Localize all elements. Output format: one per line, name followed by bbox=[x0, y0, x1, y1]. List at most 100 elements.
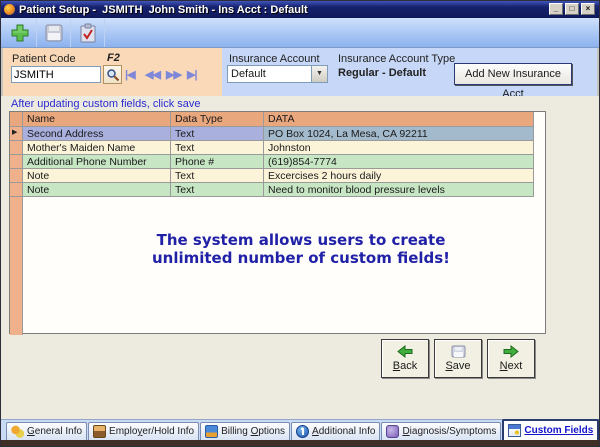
tab-label: General Info bbox=[27, 426, 82, 437]
cell-name[interactable]: Second Address bbox=[23, 127, 171, 141]
patient-code-label: Patient Code bbox=[12, 53, 76, 65]
insurance-panel: Insurance Account Default ▼ Insurance Ac… bbox=[222, 48, 597, 96]
row-selector[interactable] bbox=[10, 141, 23, 155]
save-hint-text: After updating custom fields, click save bbox=[11, 98, 201, 110]
row-selector[interactable] bbox=[10, 169, 23, 183]
custom-fields-icon bbox=[508, 424, 521, 437]
tab-custom-fields[interactable]: Custom Fields bbox=[502, 419, 599, 440]
back-button-label: Back bbox=[393, 360, 417, 372]
table-row[interactable]: Additional Phone Number Phone # (619)854… bbox=[10, 155, 545, 169]
column-header-name: Name bbox=[23, 112, 171, 127]
floppy-disk-icon bbox=[44, 23, 64, 43]
cell-data[interactable]: Excercises 2 hours daily bbox=[264, 169, 534, 183]
record-first-button[interactable]: |◀ bbox=[125, 68, 135, 81]
row-selector[interactable] bbox=[10, 183, 23, 197]
patient-code-input[interactable] bbox=[11, 66, 101, 83]
save-button[interactable]: Save bbox=[434, 339, 482, 378]
diagnosis-icon bbox=[386, 425, 399, 438]
cell-name[interactable]: Note bbox=[23, 169, 171, 183]
cell-type[interactable]: Text bbox=[171, 127, 264, 141]
add-insurance-account-button[interactable]: Add New Insurance Acct bbox=[454, 63, 572, 85]
tab-label: Billing Options bbox=[221, 426, 285, 437]
minimize-button[interactable]: _ bbox=[549, 3, 563, 15]
cell-type[interactable]: Text bbox=[171, 183, 264, 197]
tab-label: Employer/Hold Info bbox=[109, 426, 194, 437]
table-row[interactable]: Note Text Need to monitor blood pressure… bbox=[10, 183, 545, 197]
cell-data[interactable]: Need to monitor blood pressure levels bbox=[264, 183, 534, 197]
add-patient-button[interactable] bbox=[3, 19, 37, 47]
record-previous-button[interactable]: ◀◀ bbox=[145, 68, 160, 81]
row-marker-icon: ▶ bbox=[10, 127, 23, 141]
verify-toolbar-button[interactable] bbox=[71, 19, 105, 47]
billing-icon bbox=[205, 425, 218, 438]
next-button-label: Next bbox=[500, 360, 523, 372]
chevron-down-icon[interactable]: ▼ bbox=[311, 66, 327, 82]
tab-label: Diagnosis/Symptoms bbox=[402, 426, 496, 437]
cell-data[interactable]: Johnston bbox=[264, 141, 534, 155]
magnifier-icon bbox=[106, 68, 120, 82]
insurance-account-value: Default bbox=[228, 68, 311, 80]
info-message: The system allows users to create unlimi… bbox=[61, 231, 541, 267]
patient-code-panel: Patient Code F2 |◀ ◀◀ ▶▶ ▶| bbox=[3, 48, 222, 96]
save-toolbar-button[interactable] bbox=[37, 19, 71, 47]
insurance-account-label: Insurance Account bbox=[229, 53, 320, 65]
info-message-line1: The system allows users to create bbox=[61, 231, 541, 249]
cell-name[interactable]: Note bbox=[23, 183, 171, 197]
patient-search-button[interactable] bbox=[103, 65, 122, 84]
back-button[interactable]: Back bbox=[381, 339, 429, 378]
selector-column-strip bbox=[10, 197, 23, 335]
window-title: Patient Setup - JSMITH John Smith - Ins … bbox=[19, 4, 308, 16]
insurance-type-label: Insurance Account Type bbox=[338, 53, 455, 65]
bottom-tab-bar: General Info Employer/Hold Info Billing … bbox=[1, 419, 599, 440]
maximize-button[interactable]: □ bbox=[565, 3, 579, 15]
tab-general-info[interactable]: General Info bbox=[6, 422, 87, 440]
cell-data[interactable]: PO Box 1024, La Mesa, CA 92211 bbox=[264, 127, 534, 141]
people-icon bbox=[11, 425, 24, 438]
info-message-line2: unlimited number of custom fields! bbox=[61, 249, 541, 267]
tab-billing-options[interactable]: Billing Options bbox=[200, 422, 290, 440]
table-row[interactable]: Mother's Maiden Name Text Johnston bbox=[10, 141, 545, 155]
table-row[interactable]: ▶ Second Address Text PO Box 1024, La Me… bbox=[10, 127, 545, 141]
info-icon bbox=[296, 425, 309, 438]
title-bar: Patient Setup - JSMITH John Smith - Ins … bbox=[1, 1, 599, 18]
window-controls: _ □ × bbox=[549, 3, 595, 15]
tab-label: Additional Info bbox=[312, 426, 375, 437]
patient-setup-window: Patient Setup - JSMITH John Smith - Ins … bbox=[0, 0, 600, 447]
custom-fields-page: After updating custom fields, click save… bbox=[1, 96, 599, 419]
cell-data[interactable]: (619)854-7774 bbox=[264, 155, 534, 169]
row-selector[interactable] bbox=[10, 155, 23, 169]
cell-type[interactable]: Phone # bbox=[171, 155, 264, 169]
save-button-label: Save bbox=[445, 360, 470, 372]
tab-diagnosis-symptoms[interactable]: Diagnosis/Symptoms bbox=[381, 422, 501, 440]
row-selector-header bbox=[10, 112, 23, 127]
arrow-left-icon bbox=[397, 345, 413, 358]
table-row[interactable]: Note Text Excercises 2 hours daily bbox=[10, 169, 545, 183]
header-panels: Patient Code F2 |◀ ◀◀ ▶▶ ▶| Insurance Ac… bbox=[1, 48, 599, 96]
arrow-right-icon bbox=[503, 345, 519, 358]
worker-icon bbox=[93, 425, 106, 438]
record-next-button[interactable]: ▶▶ bbox=[166, 68, 181, 81]
floppy-disk-icon bbox=[451, 345, 466, 358]
tab-additional-info[interactable]: Additional Info bbox=[291, 422, 380, 440]
f2-shortcut-label: F2 bbox=[107, 52, 120, 64]
cell-name[interactable]: Mother's Maiden Name bbox=[23, 141, 171, 155]
window-bottom-edge bbox=[1, 440, 599, 446]
insurance-type-value: Regular - Default bbox=[338, 67, 426, 79]
custom-fields-grid: Name Data Type DATA ▶ Second Address Tex… bbox=[9, 111, 546, 334]
column-header-data: DATA bbox=[264, 112, 534, 127]
cell-type[interactable]: Text bbox=[171, 141, 264, 155]
toolbar bbox=[1, 18, 599, 48]
tab-employer-hold-info[interactable]: Employer/Hold Info bbox=[88, 422, 199, 440]
record-last-button[interactable]: ▶| bbox=[187, 68, 197, 81]
plus-icon bbox=[10, 23, 30, 43]
cell-name[interactable]: Additional Phone Number bbox=[23, 155, 171, 169]
tab-label: Custom Fields bbox=[524, 425, 593, 436]
app-icon bbox=[4, 4, 15, 15]
column-header-data-type: Data Type bbox=[171, 112, 264, 127]
clipboard-check-icon bbox=[79, 23, 97, 43]
close-button[interactable]: × bbox=[581, 3, 595, 15]
cell-type[interactable]: Text bbox=[171, 169, 264, 183]
insurance-account-select[interactable]: Default ▼ bbox=[227, 65, 328, 83]
next-button[interactable]: Next bbox=[487, 339, 535, 378]
grid-header-row: Name Data Type DATA bbox=[10, 112, 545, 127]
